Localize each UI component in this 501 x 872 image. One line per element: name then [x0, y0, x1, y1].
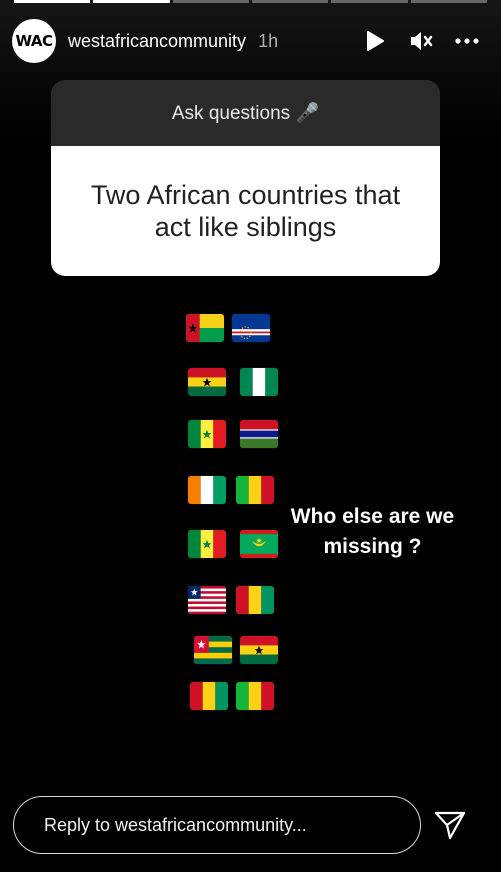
- question-sticker[interactable]: Ask questions 🎤 Two African countries th…: [51, 80, 440, 276]
- mauritania-flag-icon: [240, 530, 278, 558]
- play-icon[interactable]: [363, 29, 387, 53]
- progress-segment: [410, 0, 487, 3]
- question-answer: Two African countries that act like sibl…: [51, 146, 440, 276]
- mali-flag-icon: [236, 682, 274, 710]
- question-prompt: Ask questions 🎤: [51, 80, 440, 146]
- progress-segment: [331, 0, 408, 3]
- ghana-flag-icon: [240, 636, 278, 664]
- post-time: 1h: [258, 30, 279, 51]
- reply-input[interactable]: [42, 813, 420, 837]
- progress-segment: [172, 0, 249, 3]
- mali-flag-icon: [236, 476, 274, 504]
- send-icon[interactable]: [433, 808, 467, 842]
- story-header: WAC westafricancommunity 1h: [12, 18, 489, 64]
- ghana-flag-icon: [188, 368, 226, 396]
- story-progress-bar: [14, 0, 487, 3]
- gambia-flag-icon: [240, 420, 278, 448]
- avatar[interactable]: WAC: [12, 19, 56, 63]
- reply-bar[interactable]: [13, 796, 421, 854]
- nigeria-flag-icon: [240, 368, 278, 396]
- senegal-flag-icon: [188, 530, 226, 558]
- guinea-bissau-flag-icon: [186, 314, 224, 342]
- mute-icon[interactable]: [409, 29, 433, 53]
- progress-segment: [14, 0, 91, 3]
- togo-flag-icon: [194, 636, 232, 664]
- liberia-flag-icon: [188, 586, 226, 614]
- progress-segment: [93, 0, 170, 3]
- story-controls: [363, 29, 489, 53]
- senegal-flag-icon: [188, 420, 226, 448]
- more-icon[interactable]: [455, 29, 479, 53]
- guinea-flag-icon: [190, 682, 228, 710]
- username-link[interactable]: westafricancommunity: [68, 31, 246, 52]
- guinea-flag-icon: [236, 586, 274, 614]
- progress-segment: [251, 0, 329, 3]
- cape-verde-flag-icon: [232, 314, 270, 342]
- story-overlay-text: Who else are we missing ?: [290, 505, 455, 558]
- story-viewer: WAC westafricancommunity 1h Ask question…: [0, 0, 501, 872]
- cote-divoire-flag-icon: [188, 476, 226, 504]
